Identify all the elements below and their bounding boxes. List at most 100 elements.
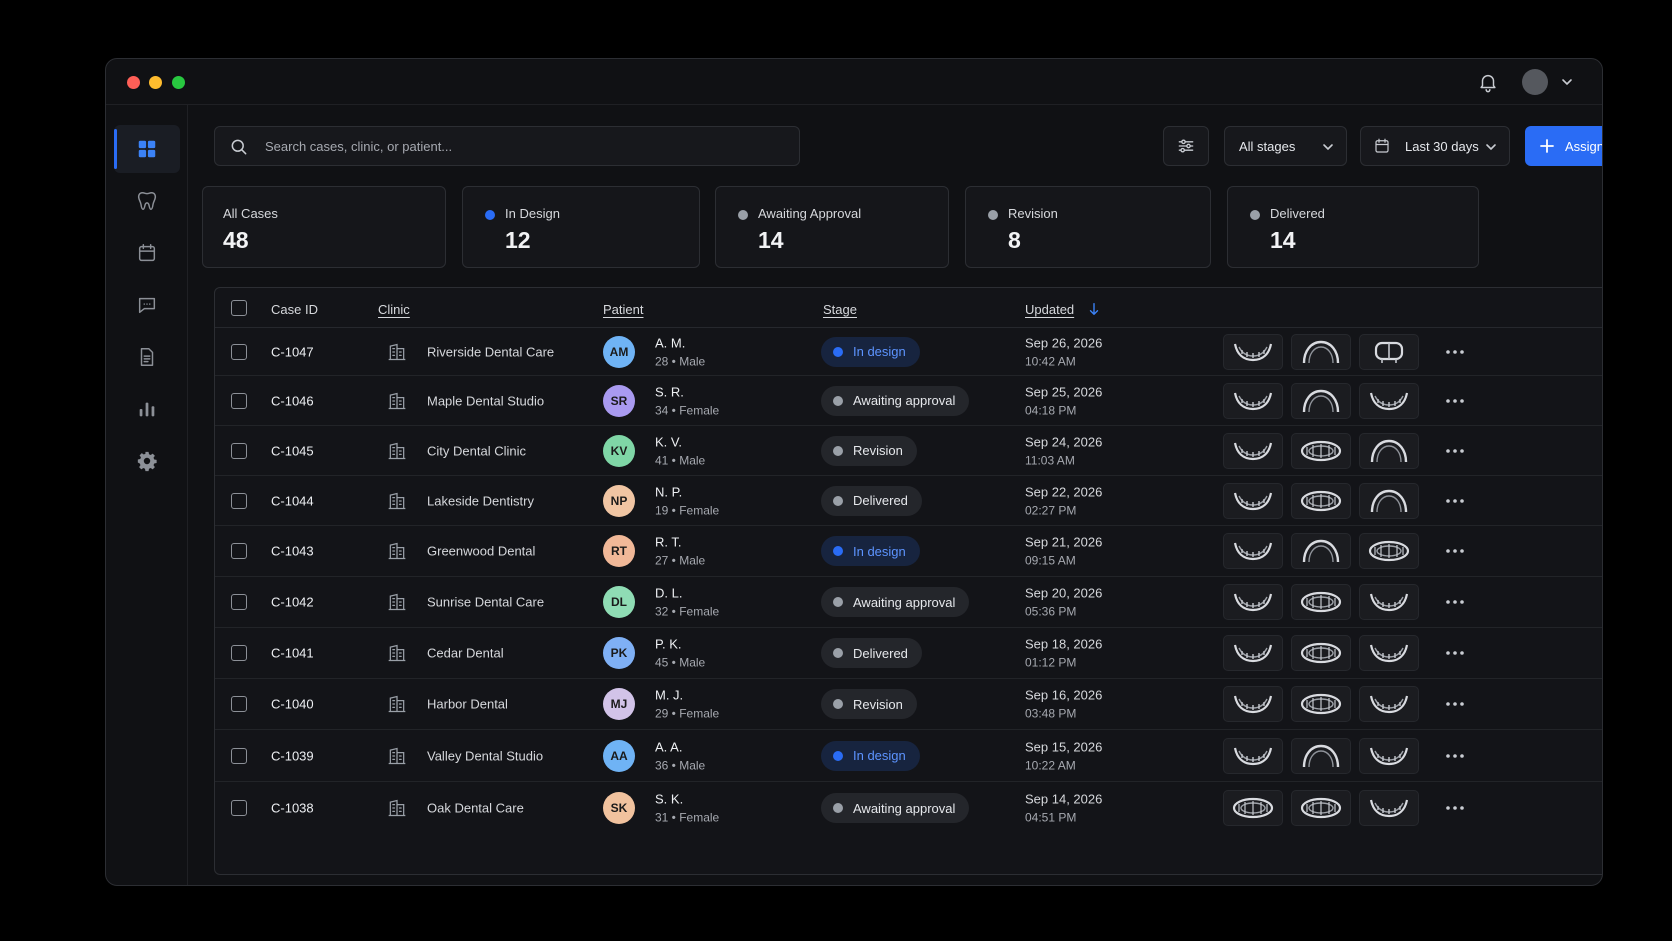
scan-thumbnail[interactable] [1223, 482, 1283, 519]
row-checkbox[interactable] [231, 696, 247, 712]
scan-thumbnail[interactable] [1359, 533, 1419, 569]
scan-thumbnail[interactable] [1223, 584, 1283, 620]
case-id[interactable]: C-1040 [271, 697, 314, 712]
table-row[interactable]: C-1041 Cedar Dental PK P. K. 45 • Male D… [215, 628, 1602, 679]
sidebar-item-reports[interactable] [114, 385, 180, 433]
table-row[interactable]: C-1043 Greenwood Dental RT R. T. 27 • Ma… [215, 526, 1602, 577]
date-range-select[interactable]: Last 30 days [1360, 126, 1510, 166]
case-id[interactable]: C-1041 [271, 646, 314, 661]
case-id[interactable]: C-1046 [271, 393, 314, 408]
maximize-window-button[interactable] [172, 76, 185, 89]
scan-thumbnail[interactable] [1223, 635, 1283, 671]
header-updated[interactable]: Updated [1025, 302, 1074, 317]
header-clinic[interactable]: Clinic [378, 302, 410, 317]
row-checkbox[interactable] [231, 800, 247, 816]
more-options-icon[interactable] [1443, 594, 1467, 610]
sidebar-item-dashboard[interactable] [114, 125, 180, 173]
sidebar-item-settings[interactable] [114, 437, 180, 485]
sidebar-item-calendar[interactable] [114, 229, 180, 277]
more-options-icon[interactable] [1443, 443, 1467, 459]
more-options-icon[interactable] [1443, 748, 1467, 764]
stage-filter-select[interactable]: All stages [1224, 126, 1347, 166]
table-row[interactable]: C-1039 Valley Dental Studio AA A. A. 36 … [215, 730, 1602, 782]
more-options-icon[interactable] [1443, 393, 1467, 409]
scan-thumbnail[interactable] [1223, 686, 1283, 722]
minimize-window-button[interactable] [149, 76, 162, 89]
row-checkbox[interactable] [231, 747, 247, 764]
table-row[interactable]: C-1042 Sunrise Dental Care DL D. L. 32 •… [215, 577, 1602, 628]
scan-thumbnail[interactable] [1223, 432, 1283, 469]
scan-thumbnail[interactable] [1291, 432, 1351, 469]
sidebar-item-documents[interactable] [114, 333, 180, 381]
scan-thumbnail[interactable] [1223, 790, 1283, 826]
more-options-icon[interactable] [1443, 800, 1467, 816]
filter-settings-button[interactable] [1163, 126, 1209, 166]
chevron-down-icon[interactable] [1559, 74, 1575, 90]
summary-card[interactable]: Revision 8 [965, 186, 1211, 268]
summary-card[interactable]: In Design 12 [462, 186, 700, 268]
table-row[interactable]: C-1044 Lakeside Dentistry NP N. P. 19 • … [215, 476, 1602, 526]
scan-thumbnail[interactable] [1223, 737, 1283, 774]
scan-thumbnail[interactable] [1291, 382, 1351, 419]
bell-icon[interactable] [1477, 71, 1499, 93]
scan-thumbnail[interactable] [1291, 737, 1351, 774]
case-id[interactable]: C-1038 [271, 801, 314, 816]
case-id[interactable]: C-1045 [271, 443, 314, 458]
case-id[interactable]: C-1047 [271, 344, 314, 359]
scan-thumbnail[interactable] [1359, 686, 1419, 722]
row-checkbox[interactable] [231, 645, 247, 661]
scan-thumbnail[interactable] [1223, 533, 1283, 569]
row-checkbox[interactable] [231, 594, 247, 610]
header-patient[interactable]: Patient [603, 302, 643, 317]
scan-thumbnail[interactable] [1291, 686, 1351, 722]
scan-thumbnail[interactable] [1223, 333, 1283, 370]
row-checkbox[interactable] [231, 343, 247, 360]
scan-thumbnail[interactable] [1359, 333, 1419, 370]
scan-thumbnail[interactable] [1359, 790, 1419, 826]
more-options-icon[interactable] [1443, 696, 1467, 712]
scan-thumbnail[interactable] [1291, 333, 1351, 370]
more-options-icon[interactable] [1443, 543, 1467, 559]
table-row[interactable]: C-1045 City Dental Clinic KV K. V. 41 • … [215, 426, 1602, 476]
sidebar-item-cases[interactable] [114, 177, 180, 225]
scan-thumbnail[interactable] [1291, 790, 1351, 826]
case-id[interactable]: C-1044 [271, 493, 314, 508]
scan-thumbnail[interactable] [1359, 482, 1419, 519]
scan-thumbnail[interactable] [1291, 482, 1351, 519]
table-row[interactable]: C-1046 Maple Dental Studio SR S. R. 34 •… [215, 376, 1602, 426]
summary-card[interactable]: Awaiting Approval 14 [715, 186, 949, 268]
select-all-checkbox[interactable] [231, 300, 247, 316]
sort-arrow-down-icon[interactable] [1087, 302, 1101, 316]
scan-thumbnail[interactable] [1359, 382, 1419, 419]
header-case-id[interactable]: Case ID [271, 302, 318, 317]
row-checkbox[interactable] [231, 392, 247, 409]
case-id[interactable]: C-1043 [271, 544, 314, 559]
scan-thumbnail[interactable] [1359, 432, 1419, 469]
more-options-icon[interactable] [1443, 344, 1467, 360]
user-avatar[interactable] [1522, 69, 1548, 95]
more-options-icon[interactable] [1443, 493, 1467, 509]
scan-thumbnail[interactable] [1359, 635, 1419, 671]
more-options-icon[interactable] [1443, 645, 1467, 661]
row-checkbox[interactable] [231, 492, 247, 509]
case-id[interactable]: C-1039 [271, 748, 314, 763]
search-input[interactable] [265, 127, 785, 165]
scan-thumbnail[interactable] [1291, 533, 1351, 569]
scan-thumbnail[interactable] [1223, 382, 1283, 419]
scan-thumbnail[interactable] [1359, 737, 1419, 774]
summary-card[interactable]: Delivered 14 [1227, 186, 1479, 268]
scan-thumbnail[interactable] [1359, 584, 1419, 620]
sidebar-item-messages[interactable] [114, 281, 180, 329]
table-row[interactable]: C-1040 Harbor Dental MJ M. J. 29 • Femal… [215, 679, 1602, 730]
scan-thumbnail[interactable] [1291, 635, 1351, 671]
close-window-button[interactable] [127, 76, 140, 89]
table-row[interactable]: C-1047 Riverside Dental Care AM A. M. 28… [215, 328, 1602, 376]
row-checkbox[interactable] [231, 442, 247, 459]
table-row[interactable]: C-1038 Oak Dental Care SK S. K. 31 • Fem… [215, 782, 1602, 834]
scan-thumbnail[interactable] [1291, 584, 1351, 620]
assign-to-planner-button[interactable]: Assign to planner [1525, 126, 1602, 166]
row-checkbox[interactable] [231, 543, 247, 559]
summary-card[interactable]: All Cases 48 [202, 186, 446, 268]
header-stage[interactable]: Stage [823, 302, 857, 317]
case-id[interactable]: C-1042 [271, 595, 314, 610]
